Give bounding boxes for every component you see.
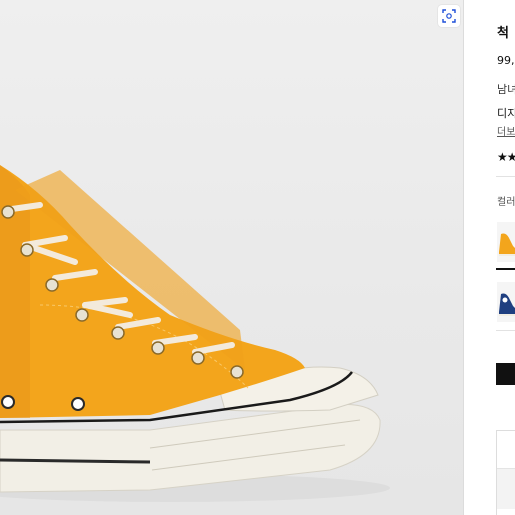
color-label: 컬러 [497,197,515,208]
upper-shade [0,165,30,418]
product-gender: 남녀 [497,83,515,96]
product-price: 99, [497,54,515,67]
divider-line [496,330,515,331]
expand-icon [442,9,456,23]
product-image-gallery [0,0,463,515]
divider-line [496,176,515,177]
swatch-yellow-shoe-icon [497,222,515,262]
zoom-button[interactable] [438,5,460,27]
sole-stripe [0,458,151,464]
selected-indicator [496,268,515,270]
product-image [0,165,390,502]
product-info-panel: 척 99, 남녀 디지 더보 ★★ 컬러 [464,0,515,515]
add-to-cart-button[interactable] [496,363,515,385]
size-selector[interactable] [497,468,515,509]
product-title: 척 [497,26,509,41]
more-link[interactable]: 더보 [497,123,515,138]
rating-stars[interactable]: ★★ [497,150,515,164]
swatch-navy-shoe-icon [497,282,515,322]
design-label: 디지 [497,107,515,120]
color-swatch-navy[interactable] [497,282,515,322]
color-swatch-yellow[interactable] [497,222,515,262]
